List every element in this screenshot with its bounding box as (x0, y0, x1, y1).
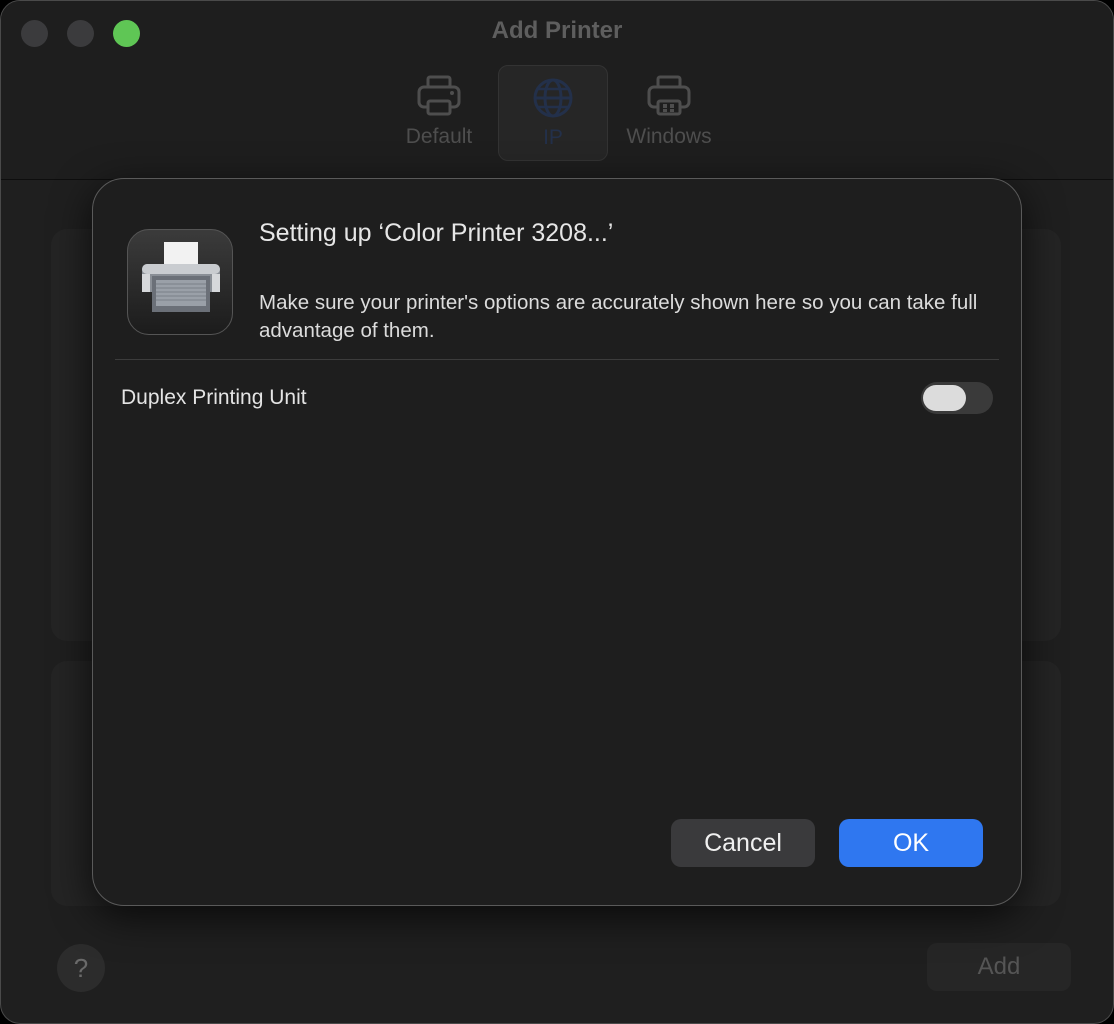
printer-icon (416, 75, 462, 122)
toolbar-windows[interactable]: Windows (615, 65, 723, 159)
toolbar-ip[interactable]: IP (498, 65, 608, 161)
toolbar-windows-label: Windows (626, 125, 712, 148)
add-button[interactable]: Add (927, 943, 1071, 991)
toggle-knob (923, 385, 966, 411)
window-title: Add Printer (491, 17, 623, 44)
cancel-button[interactable]: Cancel (671, 819, 815, 867)
divider (115, 359, 999, 360)
ok-button[interactable]: OK (839, 819, 983, 867)
sheet-message: Make sure your printer's options are acc… (259, 291, 978, 342)
globe-icon (531, 76, 575, 125)
sheet-title: Setting up ‘Color Printer 3208...’ (259, 219, 614, 247)
toolbar-ip-label: IP (543, 126, 563, 149)
windows-printer-icon (646, 75, 692, 122)
title-bar: Add Printer Default IP Windows (1, 1, 1113, 180)
duplex-option-label: Duplex Printing Unit (121, 386, 307, 409)
printer-setup-sheet: Setting up ‘Color Printer 3208...’ Make … (92, 178, 1022, 906)
toolbar-default-label: Default (405, 125, 473, 148)
duplex-toggle[interactable] (921, 382, 993, 414)
printer-app-icon (127, 229, 233, 335)
toolbar-default[interactable]: Default (385, 65, 493, 159)
help-button[interactable]: ? (57, 944, 105, 992)
